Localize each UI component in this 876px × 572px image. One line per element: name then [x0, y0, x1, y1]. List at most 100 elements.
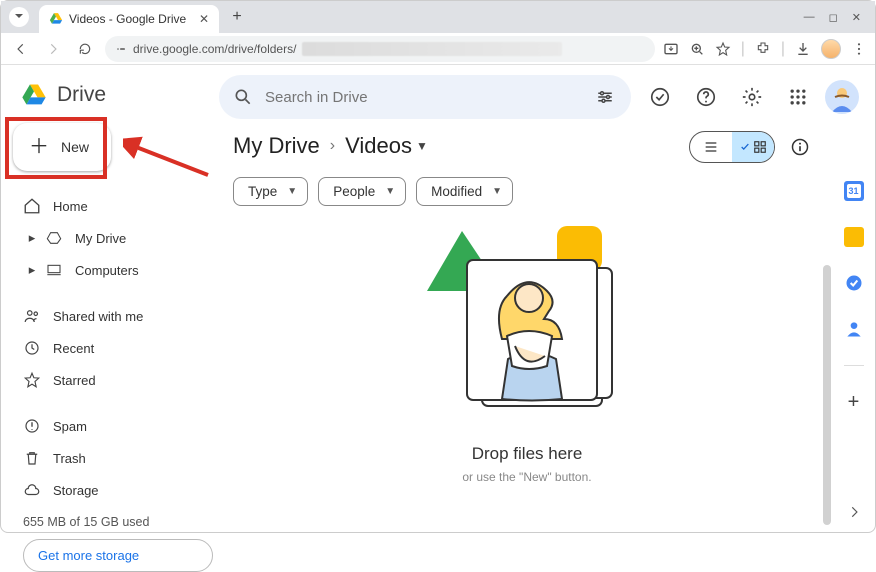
logo-text: Drive — [57, 83, 106, 107]
settings-button[interactable] — [733, 78, 771, 116]
forward-button[interactable] — [41, 37, 65, 61]
downloads-icon[interactable] — [795, 41, 811, 57]
sidebar-item-label: Trash — [53, 451, 86, 466]
get-addons-button[interactable]: + — [844, 392, 864, 412]
breadcrumb-current[interactable]: Videos ▼ — [345, 133, 428, 159]
sidebar-item-starred[interactable]: Starred — [13, 365, 205, 395]
extensions-icon[interactable] — [755, 41, 771, 57]
sidebar-item-home[interactable]: Home — [13, 191, 205, 221]
install-app-icon[interactable] — [663, 41, 679, 57]
list-icon — [703, 139, 719, 155]
sidebar-item-recent[interactable]: Recent — [13, 333, 205, 363]
sidebar-item-label: Spam — [53, 419, 87, 434]
get-more-storage-button[interactable]: Get more storage — [23, 539, 213, 572]
keep-app-icon[interactable] — [844, 227, 864, 247]
filter-people[interactable]: People▼ — [318, 177, 406, 206]
back-button[interactable] — [9, 37, 33, 61]
trash-icon — [23, 449, 41, 467]
clock-icon — [23, 339, 41, 357]
calendar-app-icon[interactable]: 31 — [844, 181, 864, 201]
list-view-button[interactable] — [690, 132, 732, 162]
contacts-app-icon[interactable] — [844, 319, 864, 339]
computer-icon — [45, 261, 63, 279]
caret-down-icon: ▼ — [385, 186, 395, 197]
info-icon — [790, 137, 810, 157]
sidebar-item-storage[interactable]: Storage — [13, 475, 205, 505]
browser-tab-strip: Videos - Google Drive ✕ + ― ◻ ✕ — [1, 1, 875, 33]
url-input[interactable]: drive.google.com/drive/folders/ — [105, 36, 655, 62]
plus-icon: ＋ — [29, 137, 49, 157]
spam-icon — [23, 417, 41, 435]
details-button[interactable] — [785, 132, 815, 162]
filter-type[interactable]: Type▼ — [233, 177, 308, 206]
new-tab-button[interactable]: + — [225, 5, 249, 29]
empty-subtitle: or use the "New" button. — [462, 470, 591, 484]
sidebar-item-computers[interactable]: ▸ Computers — [13, 255, 205, 285]
zoom-icon[interactable] — [689, 41, 705, 57]
filter-modified[interactable]: Modified▼ — [416, 177, 513, 206]
files-area: My Drive › Videos ▼ Type▼ Pe — [213, 125, 831, 534]
search-icon — [233, 87, 253, 107]
browser-address-bar: drive.google.com/drive/folders/ | | — [1, 33, 875, 65]
search-options-button[interactable] — [587, 79, 623, 115]
sidebar: Drive ＋ New Home ▸ My Drive — [1, 65, 213, 534]
caret-right-icon: ▸ — [23, 229, 41, 247]
support-button[interactable] — [687, 78, 725, 116]
chevron-right-icon: › — [330, 137, 335, 155]
gear-icon — [741, 86, 763, 108]
new-button[interactable]: ＋ New — [13, 123, 111, 171]
reload-button[interactable] — [73, 37, 97, 61]
apps-grid-icon — [788, 87, 808, 107]
search-bar[interactable] — [219, 75, 631, 119]
search-input[interactable] — [265, 89, 575, 106]
sidebar-item-label: Computers — [75, 263, 139, 278]
chrome-profile-menu[interactable] — [9, 7, 29, 27]
window-maximize-icon[interactable]: ◻ — [829, 11, 838, 24]
drive-favicon-icon — [49, 12, 63, 26]
window-close-icon[interactable]: ✕ — [852, 11, 861, 24]
tasks-app-icon[interactable] — [844, 273, 864, 293]
check-circle-icon — [649, 86, 671, 108]
drive-icon — [45, 229, 63, 247]
sidebar-item-label: Storage — [53, 483, 99, 498]
drive-logo-icon — [19, 81, 49, 109]
check-icon — [740, 142, 750, 152]
cloud-icon — [23, 481, 41, 499]
home-icon — [23, 197, 41, 215]
sidebar-item-spam[interactable]: Spam — [13, 411, 205, 441]
grid-view-button[interactable] — [732, 132, 774, 162]
sidebar-item-my-drive[interactable]: ▸ My Drive — [13, 223, 205, 253]
drive-logo[interactable]: Drive — [13, 73, 213, 123]
tab-close-icon[interactable]: ✕ — [199, 12, 209, 26]
chrome-avatar[interactable] — [821, 39, 841, 59]
browser-tab[interactable]: Videos - Google Drive ✕ — [39, 5, 219, 33]
site-info-icon[interactable] — [115, 43, 127, 55]
account-avatar[interactable] — [825, 80, 859, 114]
url-text: drive.google.com/drive/folders/ — [133, 42, 296, 56]
people-icon — [23, 307, 41, 325]
sidebar-item-trash[interactable]: Trash — [13, 443, 205, 473]
ready-offline-button[interactable] — [641, 78, 679, 116]
view-toggle[interactable] — [689, 131, 775, 163]
hide-side-panel-button[interactable] — [847, 505, 861, 524]
grid-icon — [753, 140, 767, 154]
apps-button[interactable] — [779, 78, 817, 116]
caret-down-icon: ▼ — [416, 139, 428, 153]
tune-icon — [596, 88, 614, 106]
url-obscured — [302, 42, 562, 56]
scrollbar[interactable] — [823, 265, 831, 525]
sidebar-item-shared[interactable]: Shared with me — [13, 301, 205, 331]
bookmark-star-icon[interactable] — [715, 41, 731, 57]
caret-down-icon: ▼ — [492, 186, 502, 197]
help-icon — [695, 86, 717, 108]
chevron-right-icon — [847, 505, 861, 519]
empty-title: Drop files here — [472, 444, 583, 464]
sidebar-item-label: Recent — [53, 341, 94, 356]
sidebar-item-label: My Drive — [75, 231, 126, 246]
storage-usage-text: 655 MB of 15 GB used — [13, 515, 213, 529]
caret-right-icon: ▸ — [23, 261, 41, 279]
breadcrumb-root[interactable]: My Drive — [233, 133, 320, 159]
chrome-menu-icon[interactable] — [851, 41, 867, 57]
caret-down-icon: ▼ — [287, 186, 297, 197]
window-minimize-icon[interactable]: ― — [804, 11, 815, 24]
